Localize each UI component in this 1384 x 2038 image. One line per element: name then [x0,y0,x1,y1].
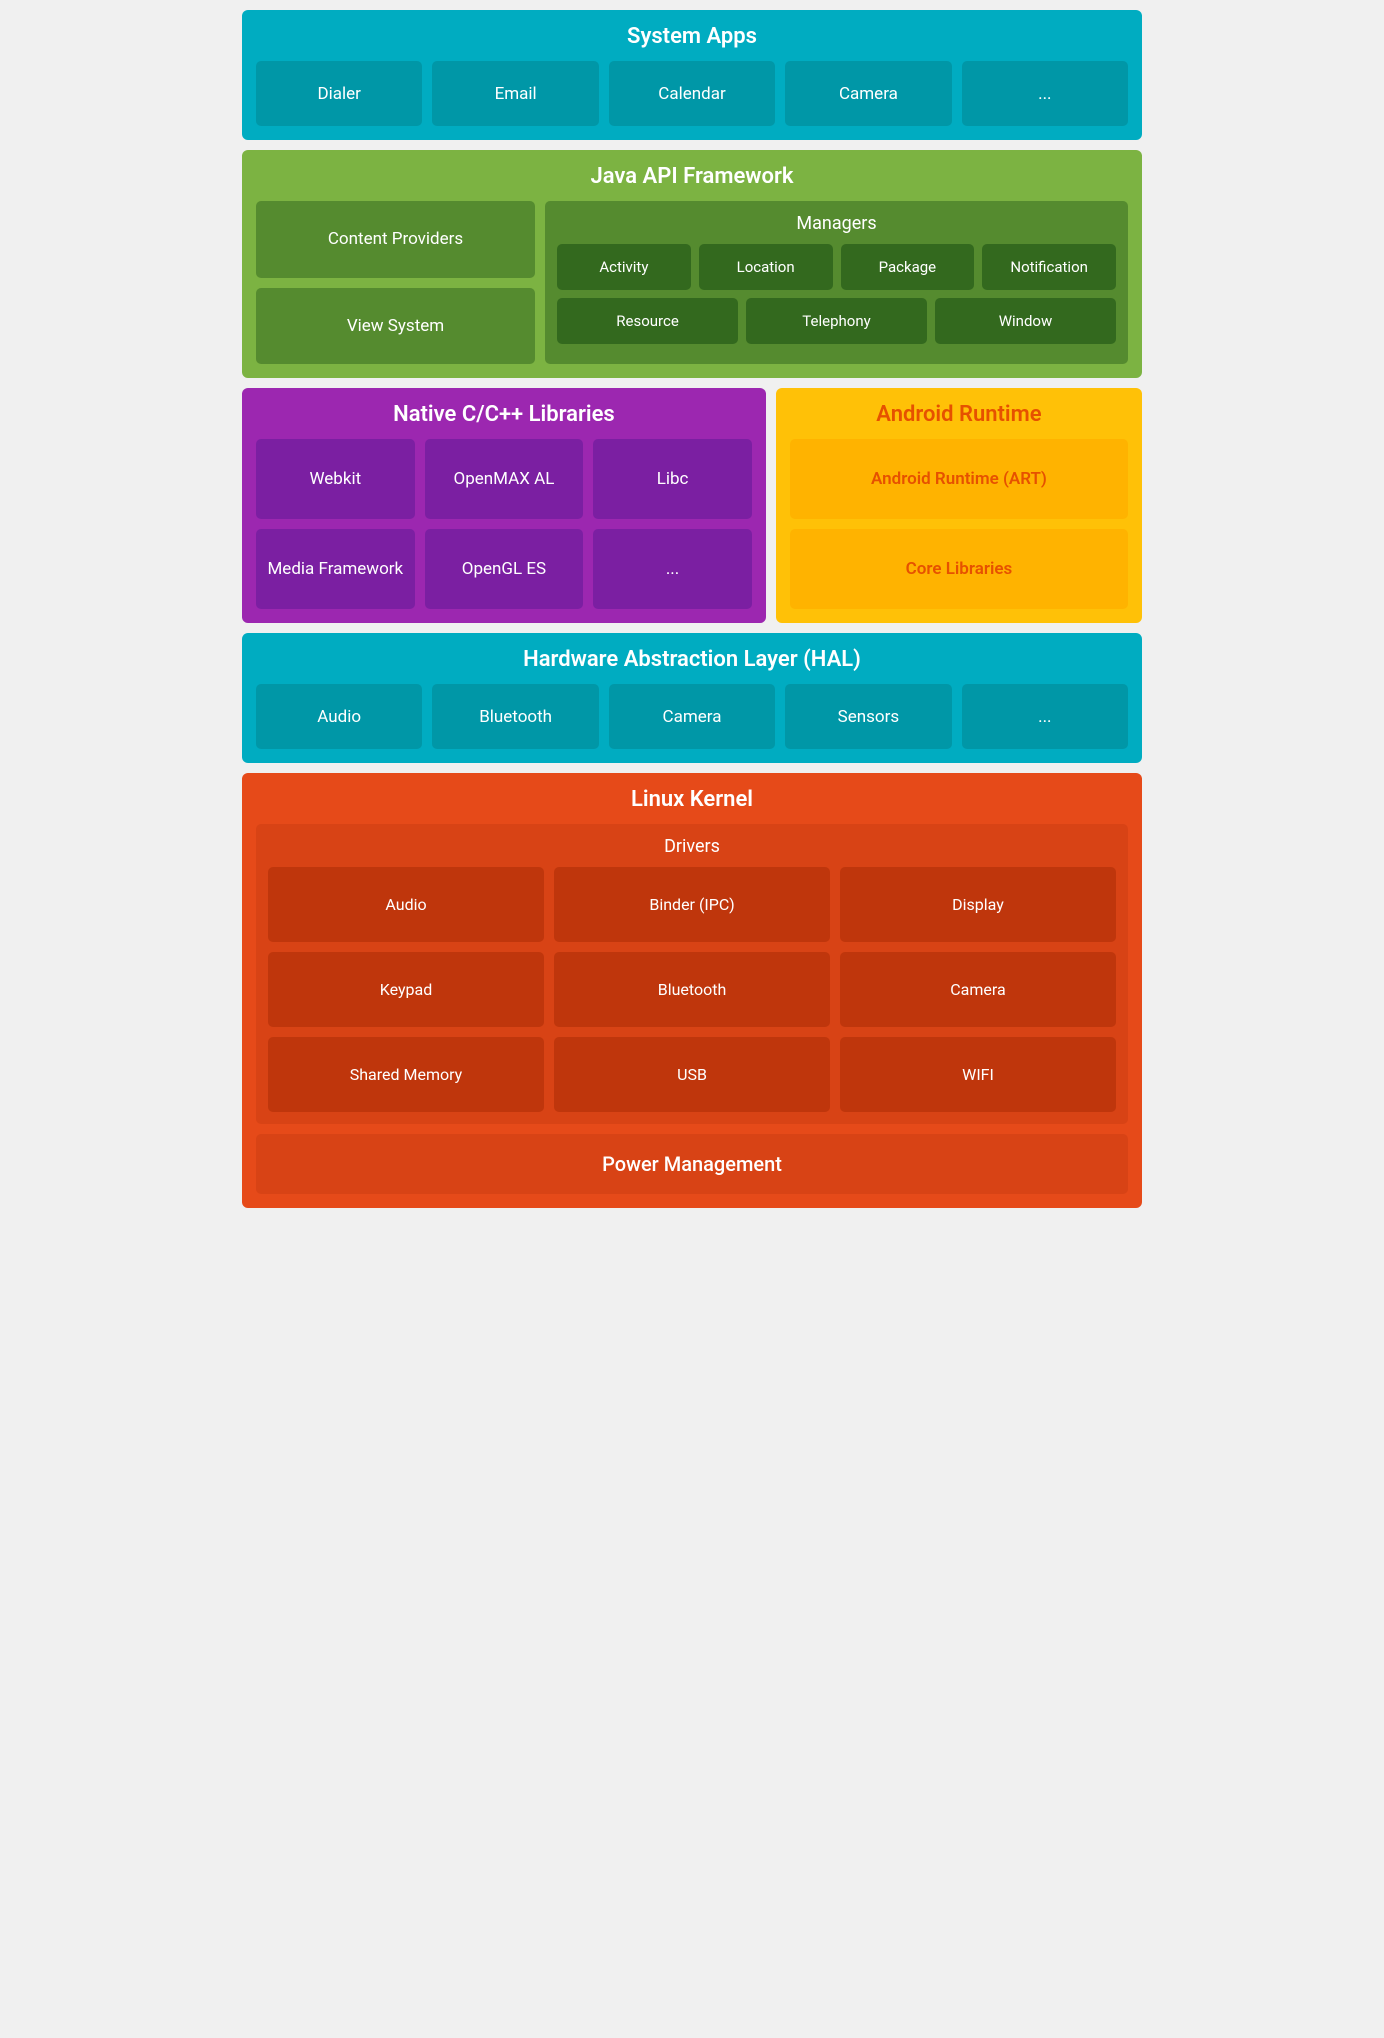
hal-tiles: AudioBluetoothCameraSensors... [256,684,1128,749]
system-apps-tiles: DialerEmailCalendarCamera... [256,61,1128,126]
drivers-title: Drivers [268,836,1116,857]
system-app-tile: Email [432,61,598,126]
native-cpp-title: Native C/C++ Libraries [256,402,752,427]
manager-tile: Location [699,244,833,290]
driver-tile: Shared Memory [268,1037,544,1112]
hal-layer: Hardware Abstraction Layer (HAL) AudioBl… [242,633,1142,763]
driver-tile: USB [554,1037,830,1112]
native-cpp-tile: OpenMAX AL [425,439,584,519]
manager-tile: Activity [557,244,691,290]
system-apps-title: System Apps [256,24,1128,49]
driver-tile: Bluetooth [554,952,830,1027]
driver-tile: WIFI [840,1037,1116,1112]
managers-row2: ResourceTelephonyWindow [557,298,1116,344]
manager-tile: Resource [557,298,738,344]
hal-tile: Bluetooth [432,684,598,749]
java-api-left: Content Providers View System [256,201,535,364]
linux-kernel-title: Linux Kernel [256,787,1128,812]
android-runtime-tile: Android Runtime (ART) [790,439,1128,519]
system-app-tile: ... [962,61,1128,126]
android-runtime-layer: Android Runtime Android Runtime (ART) Cor… [776,388,1142,623]
hal-title: Hardware Abstraction Layer (HAL) [256,647,1128,672]
native-cpp-layer: Native C/C++ Libraries WebkitOpenMAX ALL… [242,388,766,623]
java-api-left-tile: View System [256,288,535,365]
android-runtime-tiles: Android Runtime (ART) Core Libraries [790,439,1128,609]
native-cpp-tile: Webkit [256,439,415,519]
system-apps-layer: System Apps DialerEmailCalendarCamera... [242,10,1142,140]
native-cpp-tile: ... [593,529,752,609]
hal-tile: Sensors [785,684,951,749]
system-app-tile: Camera [785,61,951,126]
driver-tile: Audio [268,867,544,942]
managers-section: Managers ActivityLocationPackageNotifica… [545,201,1128,364]
native-cpp-tile: Libc [593,439,752,519]
driver-tile: Camera [840,952,1116,1027]
manager-tile: Package [841,244,975,290]
driver-tile: Display [840,867,1116,942]
android-runtime-title: Android Runtime [790,402,1128,427]
java-api-title: Java API Framework [256,164,1128,189]
manager-tile: Notification [982,244,1116,290]
hal-tile: Camera [609,684,775,749]
native-cpp-grid: WebkitOpenMAX ALLibc Media FrameworkOpenG… [256,439,752,609]
managers-title: Managers [557,213,1116,234]
hal-tile: Audio [256,684,422,749]
linux-kernel-layer: Linux Kernel Drivers AudioBinder (IPC)Di… [242,773,1142,1208]
system-app-tile: Dialer [256,61,422,126]
android-runtime-tile: Core Libraries [790,529,1128,609]
power-management: Power Management [256,1134,1128,1194]
android-architecture-diagram: System Apps DialerEmailCalendarCamera...… [242,10,1142,1208]
native-runtime-row: Native C/C++ Libraries WebkitOpenMAX ALL… [242,388,1142,623]
drivers-grid: AudioBinder (IPC)Display KeypadBluetoothC… [268,867,1116,1112]
manager-tile: Telephony [746,298,927,344]
java-api-layer: Java API Framework Content Providers View… [242,150,1142,378]
drivers-section: Drivers AudioBinder (IPC)Display KeypadBl… [256,824,1128,1124]
native-cpp-tile: Media Framework [256,529,415,609]
system-app-tile: Calendar [609,61,775,126]
java-api-left-tile: Content Providers [256,201,535,278]
java-api-content: Content Providers View System Managers Ac… [256,201,1128,364]
native-cpp-tile: OpenGL ES [425,529,584,609]
driver-tile: Binder (IPC) [554,867,830,942]
driver-tile: Keypad [268,952,544,1027]
manager-tile: Window [935,298,1116,344]
managers-row1: ActivityLocationPackageNotification [557,244,1116,290]
hal-tile: ... [962,684,1128,749]
